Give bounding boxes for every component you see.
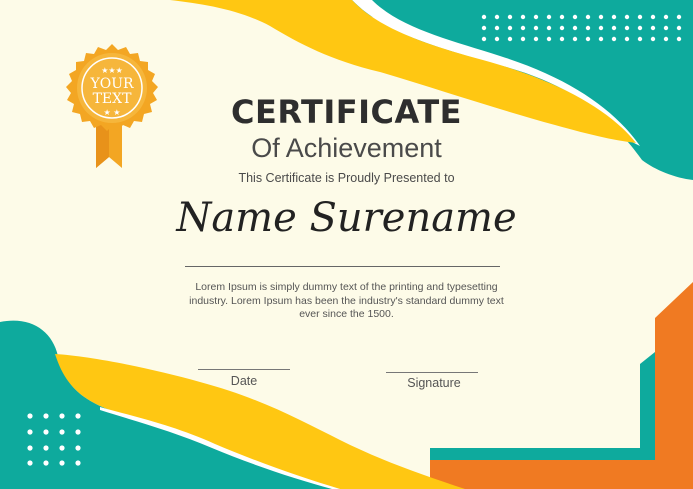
recipient-name: Name Surename [176,195,517,241]
date-label: Date [230,374,258,388]
signature-line [386,372,478,373]
badge-text-line1: YOUR [89,76,134,92]
date-line [198,369,290,370]
bottom-right-teal-bar [430,352,655,460]
certificate-page: ★★★ YOUR TEXT ★ ★ CERTIFICATE Of Achieve… [0,0,693,489]
certificate-subtitle: Of Achievement [251,133,442,163]
description-text: Lorem Ipsum is simply dummy text of the … [189,281,504,320]
signature-label: Signature [407,376,461,390]
badge-stars-top: ★★★ [101,66,123,75]
name-underline [185,266,500,267]
certificate-title: CERTIFICATE [231,93,462,131]
presented-line: This Certificate is Proudly Presented to [238,171,455,185]
